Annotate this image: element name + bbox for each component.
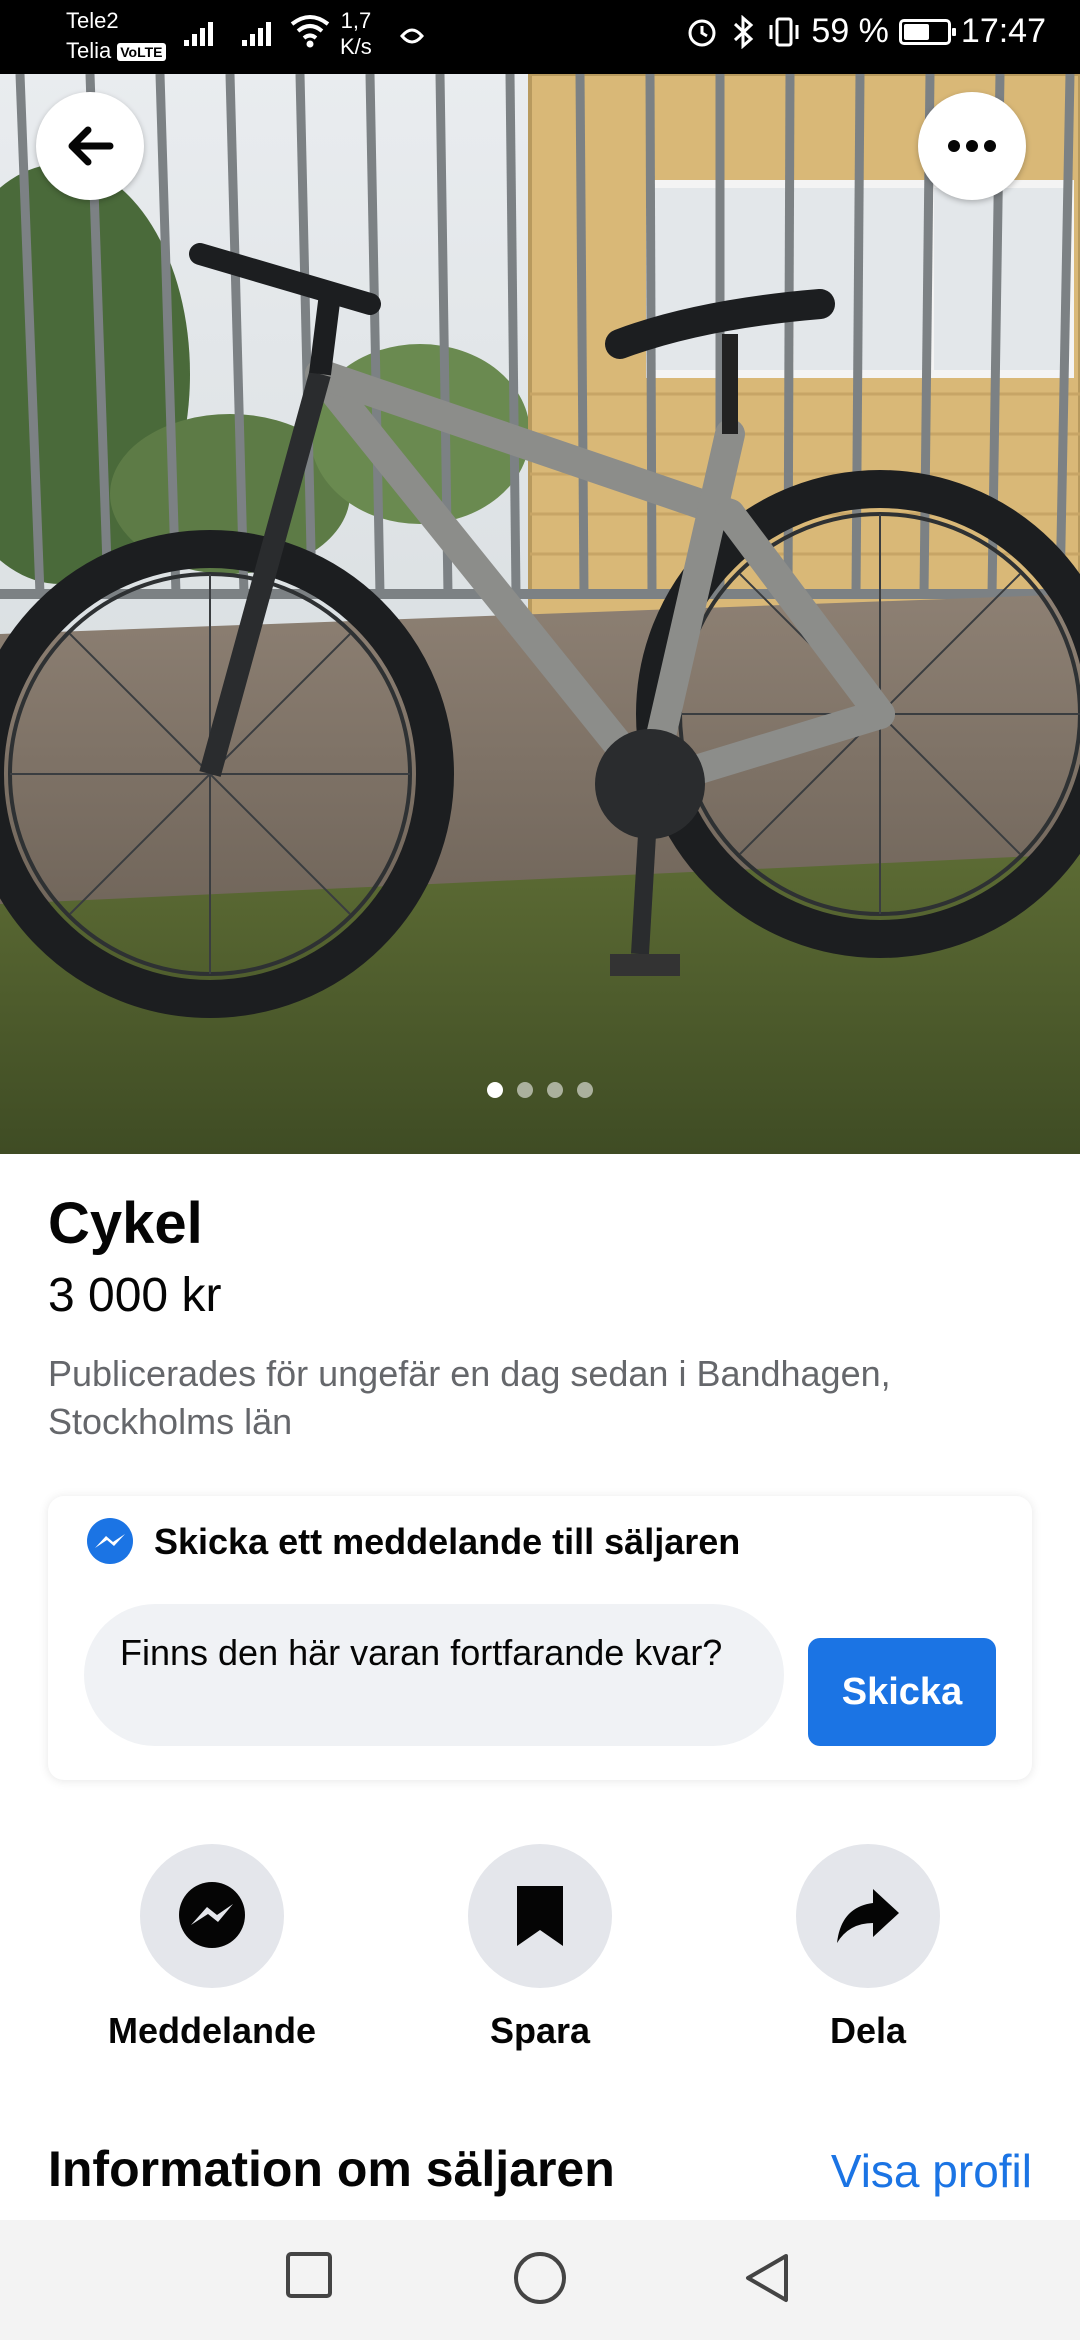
message-seller-card: Skicka ett meddelande till säljaren Finn… xyxy=(48,1496,1032,1780)
message-action-circle[interactable] xyxy=(140,1844,284,1988)
pager-dot[interactable] xyxy=(487,1082,503,1098)
carrier-1: Tele2 xyxy=(66,8,119,33)
bicycle-photo xyxy=(0,74,1080,1154)
wifi-icon xyxy=(290,15,330,48)
seller-info-heading: Information om säljaren xyxy=(48,2141,615,2197)
message-input-value: Finns den här varan fortfarande kvar? xyxy=(120,1632,723,1673)
message-card-title: Skicka ett meddelande till säljaren xyxy=(154,1521,741,1562)
save-action[interactable]: Spara xyxy=(410,1844,670,2052)
share-action[interactable]: Dela xyxy=(738,1844,998,2052)
battery-percent: 59 % xyxy=(811,12,889,50)
recents-icon[interactable] xyxy=(284,2250,334,2300)
pager-dot[interactable] xyxy=(517,1082,533,1098)
share-action-label: Dela xyxy=(829,2010,907,2051)
message-card-header: Skicka ett meddelande till säljaren xyxy=(84,1516,740,1568)
vibrate-icon xyxy=(769,17,799,46)
arrow-left-icon xyxy=(68,126,114,166)
clock: 17:47 xyxy=(960,12,1046,50)
back-button[interactable] xyxy=(36,92,144,200)
home-icon[interactable] xyxy=(512,2250,568,2306)
listing-title: Cykel xyxy=(48,1191,203,1256)
share-action-circle[interactable] xyxy=(796,1844,940,1988)
bookmark-icon xyxy=(517,1886,563,1946)
status-bar: Tele2 Telia VoLTE 1,7 K/s 59 % 17:47 xyxy=(0,0,1080,74)
listing-photo[interactable] xyxy=(0,74,1080,1154)
share-icon xyxy=(837,1889,899,1943)
messenger-icon xyxy=(87,1518,133,1564)
alarm-icon xyxy=(688,19,716,46)
data-saver-icon xyxy=(400,28,424,44)
status-right: 59 % 17:47 xyxy=(685,12,1046,51)
signal-icon-2 xyxy=(242,22,271,46)
more-horizontal-icon xyxy=(948,140,996,152)
volte-badge: VoLTE xyxy=(117,43,166,62)
carrier-2: Telia xyxy=(66,38,112,63)
pager-dot[interactable] xyxy=(547,1082,563,1098)
listing-posted-info: Publicerades för ungefär en dag sedan i … xyxy=(48,1353,891,1442)
view-profile-link[interactable]: Visa profil xyxy=(831,2144,1032,2198)
save-action-label: Spara xyxy=(489,2010,591,2051)
pager-dot[interactable] xyxy=(577,1082,593,1098)
messenger-icon xyxy=(179,1882,245,1948)
more-button[interactable] xyxy=(918,92,1026,200)
listing-price: 3 000 kr xyxy=(48,1269,222,1322)
bluetooth-icon xyxy=(734,14,754,49)
save-action-circle[interactable] xyxy=(468,1844,612,1988)
message-input[interactable]: Finns den här varan fortfarande kvar? xyxy=(84,1604,784,1746)
image-pager[interactable] xyxy=(0,1082,1080,1098)
message-action-label: Meddelande xyxy=(107,2010,317,2051)
signal-icon xyxy=(184,22,213,46)
carrier-info: Tele2 Telia VoLTE xyxy=(66,6,166,66)
battery-icon xyxy=(898,18,956,45)
send-button[interactable]: Skicka xyxy=(808,1638,996,1746)
network-speed: 1,7 K/s xyxy=(340,8,372,59)
back-nav-icon[interactable] xyxy=(742,2250,792,2306)
message-action[interactable]: Meddelande xyxy=(82,1844,342,2052)
system-navigation-bar xyxy=(0,2220,1080,2340)
